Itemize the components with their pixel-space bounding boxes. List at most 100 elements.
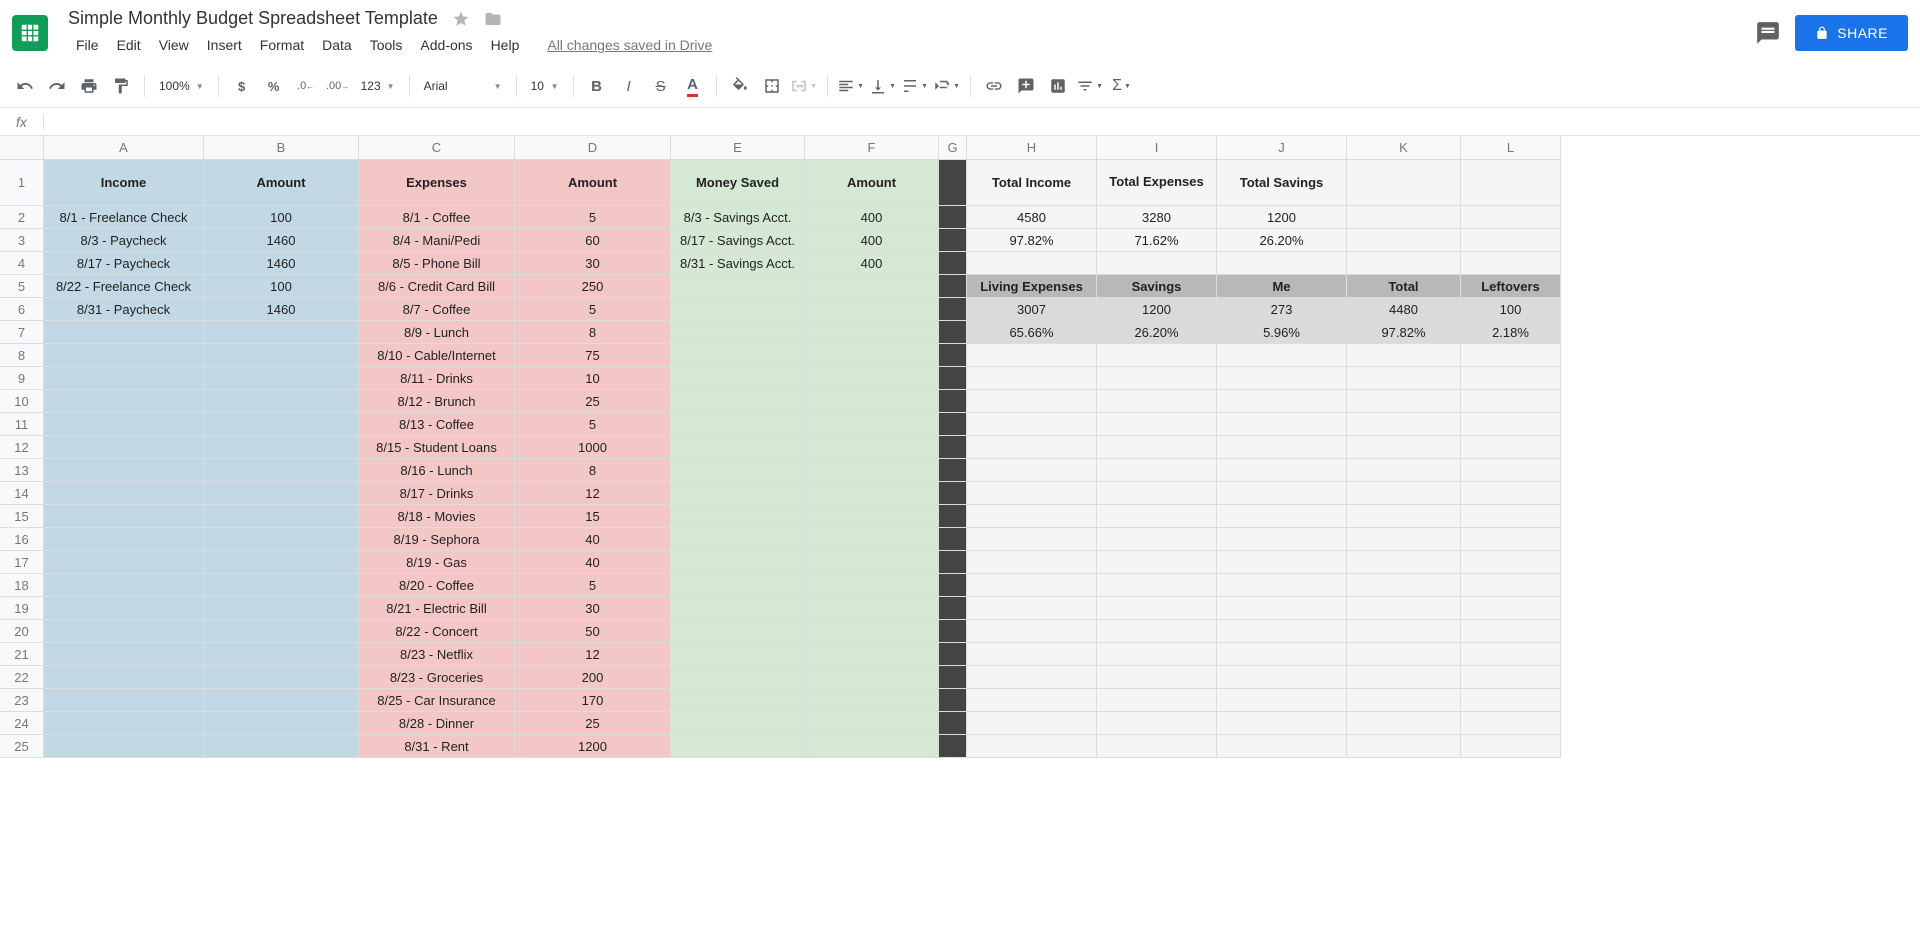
column-header-I[interactable]: I	[1097, 136, 1217, 160]
cell[interactable]	[1097, 597, 1217, 620]
cell[interactable]	[1461, 528, 1561, 551]
cell-income-desc[interactable]	[44, 436, 204, 459]
cell-income-amount[interactable]	[204, 413, 359, 436]
cell[interactable]	[1461, 666, 1561, 689]
cell[interactable]	[1347, 344, 1461, 367]
cell-income-desc[interactable]	[44, 390, 204, 413]
cell[interactable]	[1461, 344, 1561, 367]
cell-expense-amount[interactable]: 250	[515, 275, 671, 298]
cell[interactable]	[967, 620, 1097, 643]
cell-income-desc[interactable]	[44, 666, 204, 689]
cell[interactable]	[1347, 229, 1461, 252]
column-header-H[interactable]: H	[967, 136, 1097, 160]
cell-saved-desc[interactable]	[671, 528, 805, 551]
cell[interactable]	[1461, 482, 1561, 505]
cell-income-amount[interactable]	[204, 344, 359, 367]
cell[interactable]	[1097, 459, 1217, 482]
share-button[interactable]: SHARE	[1795, 15, 1908, 51]
rotate-icon[interactable]: ▼	[932, 71, 962, 101]
menu-data[interactable]: Data	[314, 33, 360, 57]
cell[interactable]	[1097, 689, 1217, 712]
cell-expense-desc[interactable]: 8/4 - Mani/Pedi	[359, 229, 515, 252]
comment-add-icon[interactable]	[1011, 71, 1041, 101]
cell[interactable]	[967, 459, 1097, 482]
cell-expense-desc[interactable]: 8/19 - Gas	[359, 551, 515, 574]
cell-saved-amount[interactable]: 400	[805, 206, 939, 229]
cell-expense-desc[interactable]: 8/19 - Sephora	[359, 528, 515, 551]
menu-view[interactable]: View	[151, 33, 197, 57]
cell-saved-desc[interactable]	[671, 712, 805, 735]
row-header-2[interactable]: 2	[0, 206, 44, 229]
header-income[interactable]: Income	[44, 160, 204, 206]
cell-income-desc[interactable]: 8/17 - Paycheck	[44, 252, 204, 275]
cell[interactable]	[1097, 413, 1217, 436]
cell-saved-amount[interactable]	[805, 666, 939, 689]
cell[interactable]	[1347, 712, 1461, 735]
currency-icon[interactable]: $	[227, 71, 257, 101]
cell-income-amount[interactable]	[204, 482, 359, 505]
column-header-F[interactable]: F	[805, 136, 939, 160]
cell-income-amount[interactable]	[204, 574, 359, 597]
cell[interactable]	[1461, 459, 1561, 482]
cell-expense-amount[interactable]: 12	[515, 643, 671, 666]
cell-income-desc[interactable]: 8/22 - Freelance Check	[44, 275, 204, 298]
row-header-23[interactable]: 23	[0, 689, 44, 712]
cell-expense-amount[interactable]: 5	[515, 206, 671, 229]
cell[interactable]	[1461, 160, 1561, 206]
menu-edit[interactable]: Edit	[109, 33, 149, 57]
cell-saved-amount[interactable]	[805, 620, 939, 643]
cell[interactable]	[1217, 252, 1347, 275]
cell-income-amount[interactable]	[204, 436, 359, 459]
cell[interactable]	[1461, 574, 1561, 597]
column-header-B[interactable]: B	[204, 136, 359, 160]
cell[interactable]	[1217, 689, 1347, 712]
cell-income-desc[interactable]	[44, 321, 204, 344]
cell-saved-desc[interactable]: 8/17 - Savings Acct.	[671, 229, 805, 252]
formula-input[interactable]	[44, 110, 1920, 133]
cell-expense-desc[interactable]: 8/11 - Drinks	[359, 367, 515, 390]
cell-income-amount[interactable]: 1460	[204, 229, 359, 252]
row-header-18[interactable]: 18	[0, 574, 44, 597]
cell[interactable]	[1097, 367, 1217, 390]
cell-expense-amount[interactable]: 40	[515, 551, 671, 574]
cell[interactable]	[967, 551, 1097, 574]
cell-income-amount[interactable]: 100	[204, 206, 359, 229]
cell-expense-desc[interactable]: 8/16 - Lunch	[359, 459, 515, 482]
cell[interactable]	[1217, 666, 1347, 689]
row-header-3[interactable]: 3	[0, 229, 44, 252]
cell-expense-amount[interactable]: 12	[515, 482, 671, 505]
column-header-A[interactable]: A	[44, 136, 204, 160]
print-icon[interactable]	[74, 71, 104, 101]
cell-saved-amount[interactable]	[805, 390, 939, 413]
cell-saved-desc[interactable]	[671, 436, 805, 459]
select-all-corner[interactable]	[0, 136, 44, 160]
font-select[interactable]: Arial▼	[418, 75, 508, 97]
cell[interactable]	[1217, 620, 1347, 643]
cell-expense-amount[interactable]: 200	[515, 666, 671, 689]
cell-expense-desc[interactable]: 8/31 - Rent	[359, 735, 515, 758]
cell-total-savings-pct[interactable]: 26.20%	[1217, 229, 1347, 252]
cell-saved-desc[interactable]	[671, 505, 805, 528]
cell[interactable]	[1097, 482, 1217, 505]
borders-icon[interactable]	[757, 71, 787, 101]
cell[interactable]	[967, 574, 1097, 597]
cell[interactable]	[1347, 367, 1461, 390]
cell[interactable]	[1347, 413, 1461, 436]
cell-expense-amount[interactable]: 5	[515, 413, 671, 436]
cell[interactable]	[1217, 551, 1347, 574]
cell[interactable]	[1347, 643, 1461, 666]
row-header-15[interactable]: 15	[0, 505, 44, 528]
column-header-C[interactable]: C	[359, 136, 515, 160]
cell-expense-amount[interactable]: 170	[515, 689, 671, 712]
row-header-14[interactable]: 14	[0, 482, 44, 505]
cell-saved-desc[interactable]	[671, 597, 805, 620]
wrap-icon[interactable]: ▼	[900, 71, 930, 101]
cell-income-desc[interactable]	[44, 482, 204, 505]
cell-saved-desc[interactable]: 8/31 - Savings Acct.	[671, 252, 805, 275]
cell-saved-amount[interactable]	[805, 321, 939, 344]
paint-format-icon[interactable]	[106, 71, 136, 101]
cell[interactable]	[1097, 666, 1217, 689]
cell[interactable]	[1217, 344, 1347, 367]
cell-income-desc[interactable]: 8/1 - Freelance Check	[44, 206, 204, 229]
cell[interactable]	[1217, 643, 1347, 666]
